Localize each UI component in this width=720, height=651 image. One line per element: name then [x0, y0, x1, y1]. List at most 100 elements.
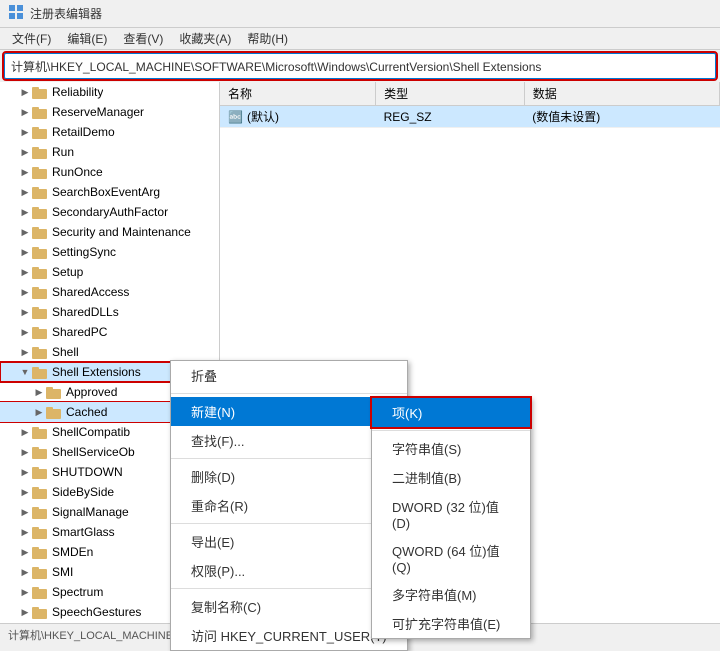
context-menu[interactable]: 折叠 新建(N) ▶ 项(K) 字符串值(S) 二进制值(B) DWORD (3…	[170, 360, 408, 651]
tree-item[interactable]: ▶ SearchBoxEventArg	[0, 182, 219, 202]
folder-icon	[46, 406, 62, 419]
tree-expander[interactable]: ▶	[18, 225, 32, 239]
menu-help[interactable]: 帮助(H)	[239, 28, 296, 49]
tree-item[interactable]: ▶ SharedPC	[0, 322, 219, 342]
ctx-collapse[interactable]: 折叠	[171, 361, 407, 390]
tree-item-label: ShellCompatib	[52, 425, 130, 439]
detail-cell-data: (数值未设置)	[524, 106, 719, 128]
tree-expander[interactable]: ▶	[18, 445, 32, 459]
tree-expander[interactable]: ▶	[18, 465, 32, 479]
folder-icon	[32, 166, 48, 179]
tree-expander[interactable]: ▶	[18, 105, 32, 119]
menu-bar: 文件(F) 编辑(E) 查看(V) 收藏夹(A) 帮助(H)	[0, 28, 720, 50]
window-title: 注册表编辑器	[30, 5, 102, 22]
submenu-binary[interactable]: 二进制值(B)	[372, 463, 530, 492]
tree-item[interactable]: ▶ RunOnce	[0, 162, 219, 182]
tree-expander[interactable]: ▶	[18, 185, 32, 199]
submenu-dword[interactable]: DWORD (32 位)值(D)	[372, 492, 530, 536]
tree-item-label: SHUTDOWN	[52, 465, 123, 479]
tree-item[interactable]: ▶Setup	[0, 262, 219, 282]
tree-item[interactable]: ▶ReserveManager	[0, 102, 219, 122]
submenu[interactable]: 项(K) 字符串值(S) 二进制值(B) DWORD (32 位)值(D) QW…	[371, 397, 531, 639]
tree-item-label: RunOnce	[52, 165, 103, 179]
folder-icon	[32, 106, 48, 119]
tree-expander[interactable]: ▶	[18, 585, 32, 599]
tree-expander[interactable]: ▶	[18, 565, 32, 579]
col-data: 数据	[524, 82, 719, 106]
menu-file[interactable]: 文件(F)	[4, 28, 59, 49]
tree-item-label: SmartGlass	[52, 525, 115, 539]
tree-item-label: Spectrum	[52, 585, 103, 599]
submenu-key[interactable]: 项(K)	[372, 398, 530, 427]
tree-item-label: SharedPC	[52, 325, 107, 339]
folder-icon	[46, 386, 62, 399]
folder-icon	[32, 226, 48, 239]
address-bar: 计算机\HKEY_LOCAL_MACHINE\SOFTWARE\Microsof…	[4, 53, 716, 79]
submenu-string[interactable]: 字符串值(S)	[372, 434, 530, 463]
tree-expander[interactable]: ▶	[18, 145, 32, 159]
tree-item[interactable]: ▶SharedAccess	[0, 282, 219, 302]
folder-icon	[32, 546, 48, 559]
tree-expander[interactable]: ▶	[18, 85, 32, 99]
tree-item-label: SignalManage	[52, 505, 129, 519]
tree-item[interactable]: ▶ SharedDLLs	[0, 302, 219, 322]
submenu-key-label: 项(K)	[392, 406, 422, 421]
folder-icon	[32, 346, 48, 359]
tree-item-label: Cached	[66, 405, 107, 419]
submenu-qword[interactable]: QWORD (64 位)值(Q)	[372, 536, 530, 580]
tree-item[interactable]: ▶Security and Maintenance	[0, 222, 219, 242]
tree-expander[interactable]: ▼	[18, 365, 32, 379]
ctx-new-label: 新建(N)	[191, 405, 235, 420]
ctx-new[interactable]: 新建(N) ▶ 项(K) 字符串值(S) 二进制值(B) DWORD (32 位…	[171, 397, 407, 426]
tree-item[interactable]: ▶RetailDemo	[0, 122, 219, 142]
menu-view[interactable]: 查看(V)	[115, 28, 171, 49]
tree-item-label: Shell	[52, 345, 79, 359]
tree-expander[interactable]: ▶	[18, 325, 32, 339]
submenu-expandstring[interactable]: 可扩充字符串值(E)	[372, 609, 530, 638]
folder-icon	[32, 326, 48, 339]
tree-item-label: SecondaryAuthFactor	[52, 205, 168, 219]
tree-item-label: SideBySide	[52, 485, 114, 499]
tree-expander[interactable]: ▶	[18, 125, 32, 139]
tree-expander[interactable]: ▶	[18, 205, 32, 219]
tree-item-label: Run	[52, 145, 74, 159]
tree-expander[interactable]: ▶	[18, 525, 32, 539]
menu-edit[interactable]: 编辑(E)	[59, 28, 115, 49]
tree-item[interactable]: ▶ SecondaryAuthFactor	[0, 202, 219, 222]
folder-icon	[32, 426, 48, 439]
tree-expander[interactable]: ▶	[18, 545, 32, 559]
folder-icon	[32, 206, 48, 219]
detail-row[interactable]: 🔤(默认)REG_SZ(数值未设置)	[220, 106, 720, 128]
menu-favorites[interactable]: 收藏夹(A)	[171, 28, 239, 49]
col-name: 名称	[220, 82, 376, 106]
folder-icon	[32, 86, 48, 99]
folder-icon	[32, 266, 48, 279]
tree-expander[interactable]: ▶	[18, 485, 32, 499]
tree-item-label: SearchBoxEventArg	[52, 185, 160, 199]
tree-expander[interactable]: ▶	[18, 165, 32, 179]
tree-expander[interactable]: ▶	[32, 405, 46, 419]
tree-item-label: ShellServiceOb	[52, 445, 135, 459]
tree-item[interactable]: ▶ SettingSync	[0, 242, 219, 262]
tree-expander[interactable]: ▶	[18, 265, 32, 279]
tree-item[interactable]: ▶ Reliability	[0, 82, 219, 102]
tree-expander[interactable]: ▶	[18, 305, 32, 319]
tree-expander[interactable]: ▶	[18, 245, 32, 259]
tree-expander[interactable]: ▶	[18, 505, 32, 519]
tree-item-label: Reliability	[52, 85, 103, 99]
detail-cell-name: 🔤(默认)	[220, 106, 376, 128]
folder-icon	[32, 366, 48, 379]
tree-expander[interactable]: ▶	[18, 345, 32, 359]
tree-item-label: SharedDLLs	[52, 305, 119, 319]
tree-item-label: SpeechGestures	[52, 605, 141, 619]
folder-icon	[32, 526, 48, 539]
address-bar-text: 计算机\HKEY_LOCAL_MACHINE\SOFTWARE\Microsof…	[11, 58, 541, 75]
tree-item[interactable]: ▶ Shell	[0, 342, 219, 362]
tree-expander[interactable]: ▶	[18, 285, 32, 299]
tree-expander[interactable]: ▶	[18, 425, 32, 439]
submenu-multistring[interactable]: 多字符串值(M)	[372, 580, 530, 609]
tree-expander[interactable]: ▶	[18, 605, 32, 619]
tree-item[interactable]: ▶ Run	[0, 142, 219, 162]
tree-expander[interactable]: ▶	[32, 385, 46, 399]
tree-item-label: SettingSync	[52, 245, 116, 259]
